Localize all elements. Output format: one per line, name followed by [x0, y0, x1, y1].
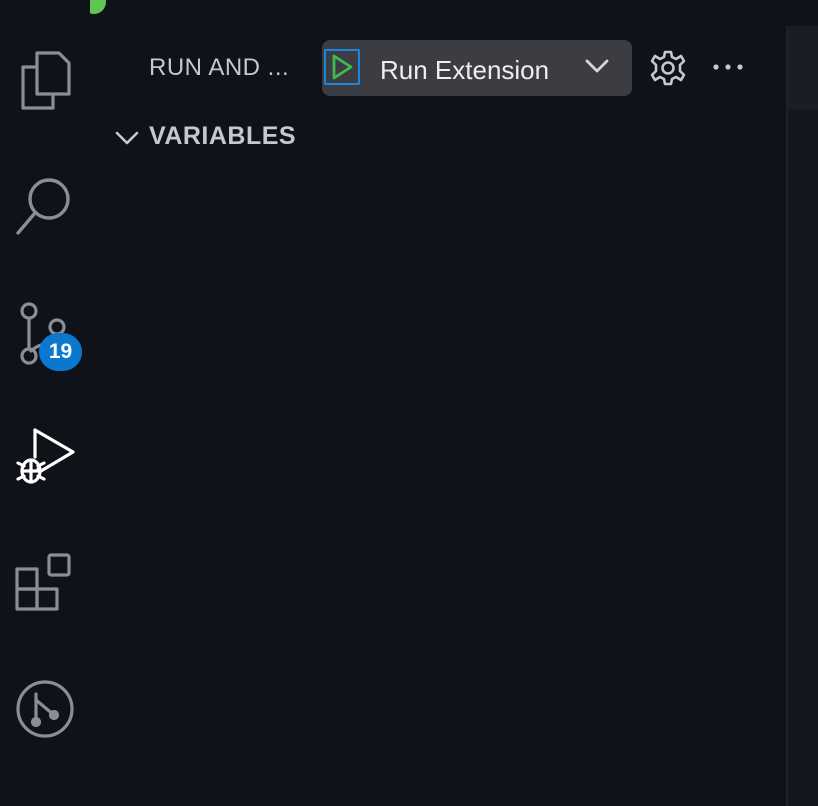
files-icon	[21, 51, 71, 110]
activity-remote[interactable]	[0, 664, 90, 754]
ellipsis-icon[interactable]	[712, 54, 744, 82]
editor-area	[786, 26, 818, 806]
sidebar-header: RUN AND ... Run Extension	[90, 38, 790, 98]
activity-extensions[interactable]	[0, 538, 90, 628]
launch-configuration[interactable]: Run Extension	[322, 40, 632, 96]
activity-explorer[interactable]	[0, 36, 90, 126]
source-control-badge: 19	[39, 333, 82, 371]
start-debugging-button[interactable]	[324, 49, 360, 85]
view-title: RUN AND ...	[149, 54, 290, 81]
extensions-icon	[15, 553, 71, 611]
run-debug-icon	[16, 428, 75, 484]
chevron-down-icon	[115, 131, 139, 145]
variables-section-header[interactable]: VARIABLES	[110, 118, 790, 158]
editor-tab[interactable]	[788, 26, 818, 110]
section-title: VARIABLES	[149, 122, 297, 150]
gear-icon[interactable]	[650, 50, 686, 86]
chevron-down-icon[interactable]	[584, 56, 610, 76]
activity-run-and-debug[interactable]	[0, 414, 90, 504]
activity-bar: 19	[0, 0, 90, 806]
play-icon	[332, 54, 353, 80]
git-pull-request-icon	[16, 680, 74, 738]
launch-config-label[interactable]: Run Extension	[380, 55, 549, 86]
activity-search[interactable]	[0, 162, 90, 252]
search-icon	[16, 178, 70, 235]
